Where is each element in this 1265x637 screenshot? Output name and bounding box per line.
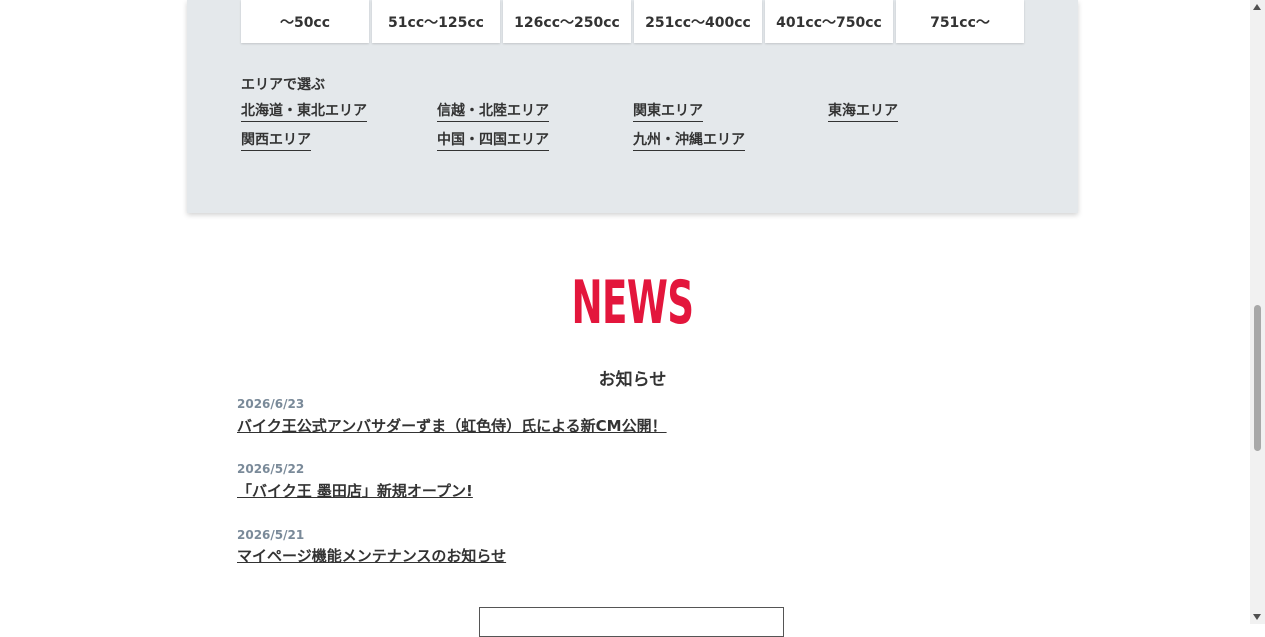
displacement-button-251-400[interactable]: 251cc〜400cc	[634, 0, 762, 43]
area-link-kanto[interactable]: 関東エリア	[633, 102, 703, 122]
news-link[interactable]: マイページ機能メンテナンスのお知らせ	[237, 545, 506, 566]
news-subtitle: お知らせ	[598, 370, 667, 390]
scrollbar-thumb[interactable]	[1254, 305, 1261, 451]
area-link-hokkaido-tohoku[interactable]: 北海道・東北エリア	[241, 102, 367, 122]
news-link[interactable]: 「バイク王 墨田店」新規オープン!	[237, 480, 473, 501]
displacement-button-50[interactable]: 〜50cc	[241, 0, 369, 43]
scroll-up-arrow-icon[interactable]	[1253, 4, 1261, 10]
scroll-down-arrow-icon[interactable]	[1253, 614, 1261, 620]
news-date: 2026/5/21	[237, 528, 305, 542]
area-heading: エリアで選ぶ	[241, 77, 325, 93]
news-date: 2026/6/23	[237, 397, 305, 411]
area-link-kansai[interactable]: 関西エリア	[241, 131, 311, 151]
area-link-shinetsu-hokuriku[interactable]: 信越・北陸エリア	[437, 102, 549, 122]
scrollbar[interactable]	[1250, 0, 1265, 624]
area-link-tokai[interactable]: 東海エリア	[828, 102, 898, 122]
news-link[interactable]: バイク王公式アンバサダーずま（虹色侍）氏による新CM公開！	[237, 415, 667, 436]
displacement-button-401-750[interactable]: 401cc〜750cc	[765, 0, 893, 43]
area-link-chugoku-shikoku[interactable]: 中国・四国エリア	[437, 131, 549, 151]
area-link-kyushu-okinawa[interactable]: 九州・沖縄エリア	[633, 131, 745, 151]
displacement-button-51-125[interactable]: 51cc〜125cc	[372, 0, 500, 43]
displacement-button-126-250[interactable]: 126cc〜250cc	[503, 0, 631, 43]
news-title: NEWS	[571, 268, 695, 338]
displacement-button-751[interactable]: 751cc〜	[896, 0, 1024, 43]
news-more-button[interactable]	[479, 607, 784, 637]
displacement-filter: 〜50cc 51cc〜125cc 126cc〜250cc 251cc〜400cc…	[241, 0, 1024, 43]
news-date: 2026/5/22	[237, 462, 305, 476]
